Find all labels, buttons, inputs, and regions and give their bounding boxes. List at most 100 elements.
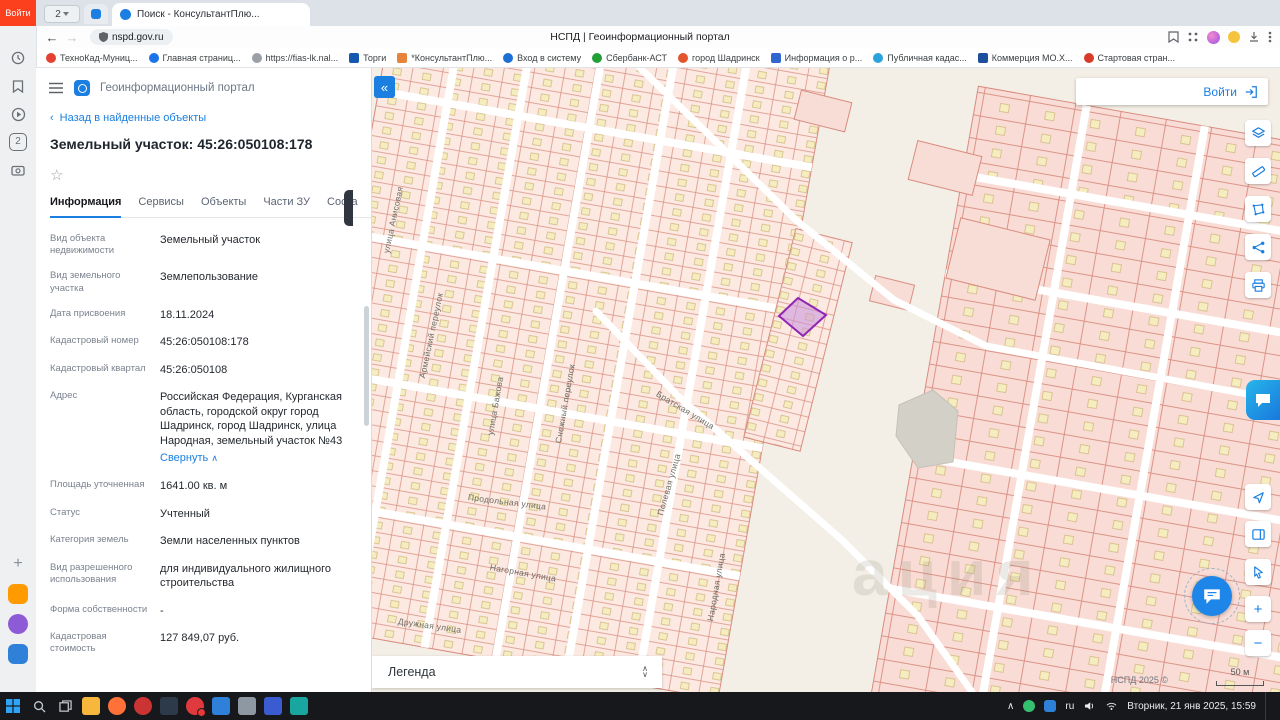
messenger-icon[interactable] <box>8 644 28 664</box>
task-view-icon[interactable] <box>52 692 78 720</box>
download-icon[interactable] <box>1248 31 1260 43</box>
bookmark-favicon <box>46 53 56 63</box>
panel-view-tool-button[interactable] <box>1245 521 1271 547</box>
tray-expand-icon[interactable]: ∧ <box>1007 701 1014 712</box>
taskbar-app-mail[interactable] <box>208 692 234 720</box>
support-chat-button[interactable] <box>1192 576 1232 616</box>
tray-app-icon[interactable] <box>1023 700 1035 712</box>
tab-composition[interactable]: Соста <box>327 196 358 217</box>
taskbar-app-yandex[interactable] <box>182 692 208 720</box>
menu-burger-icon[interactable] <box>48 82 64 94</box>
bookmark-favicon <box>503 53 513 63</box>
taskbar-app-firefox[interactable] <box>104 692 130 720</box>
network-icon[interactable] <box>1105 700 1118 712</box>
volume-icon[interactable] <box>1083 700 1096 712</box>
map-viewport[interactable]: ация улица Анисовая Армейский переулок у… <box>372 68 1280 692</box>
share-tool-button[interactable] <box>1245 234 1271 260</box>
bookmarks-panel-icon[interactable] <box>8 76 28 96</box>
bookmark-flag-icon[interactable] <box>1168 31 1179 43</box>
bookmark-item[interactable]: город Шадринск <box>678 53 760 63</box>
play-icon[interactable] <box>8 104 28 124</box>
taskbar-app-gray[interactable] <box>234 692 260 720</box>
bookmark-item[interactable]: Сбербанк-АСТ <box>592 53 667 63</box>
pinned-tab[interactable] <box>84 4 108 24</box>
taskbar-app-teal[interactable] <box>286 692 312 720</box>
start-button[interactable] <box>0 692 26 720</box>
taskbar-app-blue[interactable] <box>260 692 286 720</box>
tab-services[interactable]: Сервисы <box>138 196 184 217</box>
bookmark-item[interactable]: Вход в систему <box>503 53 581 63</box>
tab-information[interactable]: Информация <box>50 196 121 218</box>
taskbar-app-dark[interactable] <box>156 692 182 720</box>
profile-avatar[interactable] <box>1207 31 1220 44</box>
panel-tabs: Информация Сервисы Объекты Части ЗУ Сост… <box>50 196 371 218</box>
browser-tab-strip: Войти 2 Поиск - КонсультантПлю... <box>0 0 1280 26</box>
bookmark-item[interactable]: Стартовая стран... <box>1084 53 1176 63</box>
zoom-out-button[interactable]: − <box>1245 630 1271 656</box>
select-tool-button[interactable] <box>1245 559 1271 585</box>
address-text: nspd.gov.ru <box>112 32 164 43</box>
bookmark-item[interactable]: https://fias-lk.nal... <box>252 53 339 63</box>
add-panel-icon[interactable]: + <box>8 554 28 574</box>
layers-tool-button[interactable] <box>1245 120 1271 146</box>
login-exit-icon <box>1244 85 1258 99</box>
extensions-icon[interactable] <box>1187 31 1199 43</box>
services-icon[interactable] <box>8 614 28 634</box>
portal-title: Геоинформационный портал <box>100 82 255 94</box>
legend-bar[interactable]: Легенда ∧ ∨ <box>372 656 662 688</box>
taskbar-app-opera[interactable] <box>130 692 156 720</box>
field-row: Форма собственности - <box>50 597 357 625</box>
panel-collapse-button[interactable]: « <box>374 76 395 98</box>
field-row: Кадастровый квартал 45:26:050108 <box>50 356 357 384</box>
tray-app-icon[interactable] <box>1044 700 1056 712</box>
active-tab[interactable]: Поиск - КонсультантПлю... <box>112 3 310 26</box>
history-icon[interactable] <box>8 48 28 68</box>
chat-dock-button[interactable] <box>1246 380 1280 420</box>
bookmark-item[interactable]: Главная страниц... <box>149 53 241 63</box>
panel-scrollbar[interactable] <box>364 306 369 426</box>
bookmark-favicon <box>771 53 781 63</box>
locate-tool-button[interactable] <box>1245 484 1271 510</box>
tab-objects[interactable]: Объекты <box>201 196 246 217</box>
print-tool-button[interactable] <box>1245 272 1271 298</box>
address-collapse-link[interactable]: Свернуть ∧ <box>160 451 357 466</box>
favorite-star-icon[interactable]: ☆ <box>50 167 63 184</box>
protect-icon[interactable] <box>1228 31 1240 43</box>
measure-tool-button[interactable] <box>1245 158 1271 184</box>
cadastral-map-canvas[interactable] <box>372 68 1280 692</box>
bookmark-item[interactable]: Публичная кадас... <box>873 53 967 63</box>
screenshot-icon[interactable] <box>8 160 28 180</box>
clock-datetime[interactable]: Вторник, 21 янв 2025, 15:59 <box>1127 701 1256 712</box>
tabs-count-icon[interactable]: 2 <box>8 132 28 152</box>
field-row: Категория земель Земли населенных пункто… <box>50 528 357 556</box>
field-row: Вид земельного участка Землепользование <box>50 264 357 302</box>
tabs-scroll-handle[interactable] <box>344 190 353 226</box>
bookmark-item[interactable]: Информация о р... <box>771 53 863 63</box>
back-icon[interactable]: ← <box>42 30 62 45</box>
field-row: Кадастровый номер 45:26:050108:178 <box>50 329 357 357</box>
bookmark-favicon <box>149 53 159 63</box>
search-icon[interactable] <box>26 692 52 720</box>
polygon-tool-button[interactable] <box>1245 196 1271 222</box>
bookmark-item[interactable]: Коммерция МО.Х... <box>978 53 1073 63</box>
tab-parts[interactable]: Части ЗУ <box>263 196 310 217</box>
zoom-in-button[interactable]: + <box>1245 596 1271 622</box>
yandex-login-button[interactable]: Войти <box>0 0 36 26</box>
map-login-bar[interactable]: Войти <box>1076 78 1268 105</box>
bookmark-favicon <box>873 53 883 63</box>
show-desktop-strip[interactable] <box>1265 692 1270 720</box>
legend-expand-icon[interactable]: ∧ ∨ <box>642 666 648 678</box>
back-to-results-link[interactable]: ‹ Назад в найденные объекты <box>36 102 371 124</box>
pinned-tab-favicon <box>91 9 101 19</box>
field-row: Площадь уточненная 1641.00 кв. м <box>50 473 357 501</box>
bookmark-item[interactable]: Торги <box>349 53 386 63</box>
menu-kebab-icon[interactable] <box>1268 31 1272 43</box>
bookmark-item[interactable]: ТехноКад-Муниц... <box>46 53 138 63</box>
taskbar-app-explorer[interactable] <box>78 692 104 720</box>
address-field[interactable]: nspd.gov.ru <box>90 29 173 45</box>
bookmark-item[interactable]: *КонсультантПлю... <box>397 53 492 63</box>
language-indicator[interactable]: ru <box>1065 701 1074 712</box>
address-bar-icons <box>1168 26 1272 48</box>
chat-orange-icon[interactable] <box>8 584 28 604</box>
tab-counter-chip[interactable]: 2 <box>44 5 80 23</box>
